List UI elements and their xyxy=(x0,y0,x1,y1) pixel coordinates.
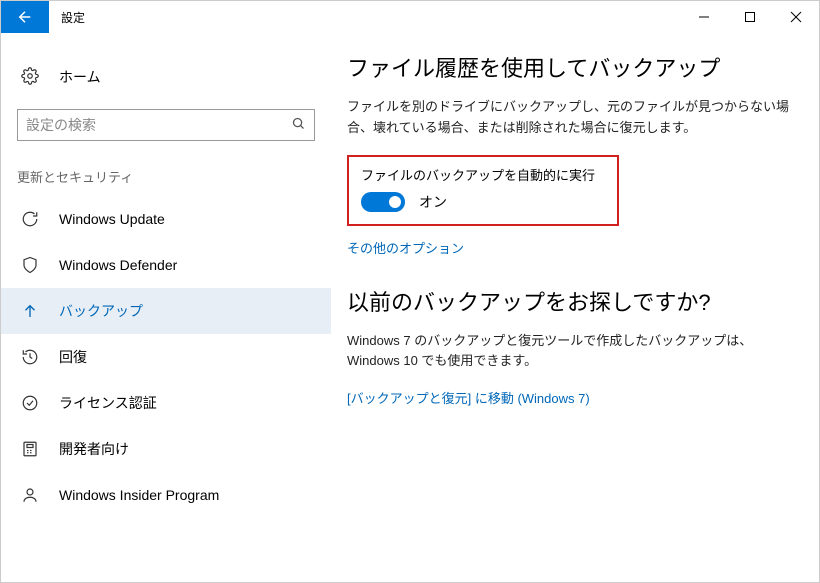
sidebar-home[interactable]: ホーム xyxy=(1,57,331,97)
search-icon xyxy=(291,116,306,134)
sidebar-item-activation[interactable]: ライセンス認証 xyxy=(1,380,331,426)
history-icon xyxy=(21,348,39,366)
content: ホーム 更新とセキュリティ Windows Update Windows Def… xyxy=(1,33,819,582)
close-icon xyxy=(790,11,802,23)
sidebar-section-label: 更新とセキュリティ xyxy=(1,159,331,196)
highlight-box: ファイルのバックアップを自動的に実行 オン xyxy=(347,155,619,226)
sidebar-item-windows-update[interactable]: Windows Update xyxy=(1,196,331,242)
sidebar-item-label: Windows Update xyxy=(59,211,165,227)
sidebar-item-label: ライセンス認証 xyxy=(59,393,157,413)
sidebar-item-recovery[interactable]: 回復 xyxy=(1,334,331,380)
sidebar-item-label: Windows Defender xyxy=(59,257,177,273)
gear-icon xyxy=(21,67,39,88)
sidebar-home-label: ホーム xyxy=(59,67,101,87)
toggle-row: オン xyxy=(361,192,605,212)
titlebar: 設定 xyxy=(1,1,819,33)
minimize-icon xyxy=(698,11,710,23)
page-title: ファイル履歴を使用してバックアップ xyxy=(347,51,795,83)
section-title: 以前のバックアップをお探しですか? xyxy=(347,285,795,317)
window-title: 設定 xyxy=(49,1,681,33)
search-field[interactable] xyxy=(26,117,291,133)
maximize-button[interactable] xyxy=(727,1,773,33)
page-description: ファイルを別のドライブにバックアップし、元のファイルが見つからない場合、壊れてい… xyxy=(347,97,795,139)
backup-toggle[interactable] xyxy=(361,192,405,212)
backup-restore-link[interactable]: [バックアップと復元] に移動 (Windows 7) xyxy=(347,388,590,407)
maximize-icon xyxy=(744,11,756,23)
toggle-state-label: オン xyxy=(419,192,447,212)
check-circle-icon xyxy=(21,394,39,412)
back-button[interactable] xyxy=(1,1,49,33)
arrow-left-icon xyxy=(16,8,34,26)
sidebar-item-developer[interactable]: 開発者向け xyxy=(1,426,331,472)
sidebar-item-label: 開発者向け xyxy=(59,439,129,459)
sidebar-item-label: バックアップ xyxy=(59,301,143,321)
section-description: Windows 7 のバックアップと復元ツールで作成したバックアップは、Wind… xyxy=(347,331,795,373)
shield-icon xyxy=(21,256,39,274)
search-input[interactable] xyxy=(17,109,315,141)
person-icon xyxy=(21,486,39,504)
developer-icon xyxy=(21,440,39,458)
sidebar: ホーム 更新とセキュリティ Windows Update Windows Def… xyxy=(1,33,331,582)
sidebar-item-windows-defender[interactable]: Windows Defender xyxy=(1,242,331,288)
toggle-label: ファイルのバックアップを自動的に実行 xyxy=(361,165,605,184)
sidebar-item-label: 回復 xyxy=(59,347,87,367)
minimize-button[interactable] xyxy=(681,1,727,33)
sync-icon xyxy=(21,210,39,228)
upload-icon xyxy=(21,302,39,320)
close-button[interactable] xyxy=(773,1,819,33)
more-options-link[interactable]: その他のオプション xyxy=(347,238,464,257)
main-panel: ファイル履歴を使用してバックアップ ファイルを別のドライブにバックアップし、元の… xyxy=(331,33,819,582)
sidebar-item-insider[interactable]: Windows Insider Program xyxy=(1,472,331,518)
sidebar-item-label: Windows Insider Program xyxy=(59,487,219,503)
sidebar-item-backup[interactable]: バックアップ xyxy=(1,288,331,334)
toggle-knob xyxy=(389,196,401,208)
